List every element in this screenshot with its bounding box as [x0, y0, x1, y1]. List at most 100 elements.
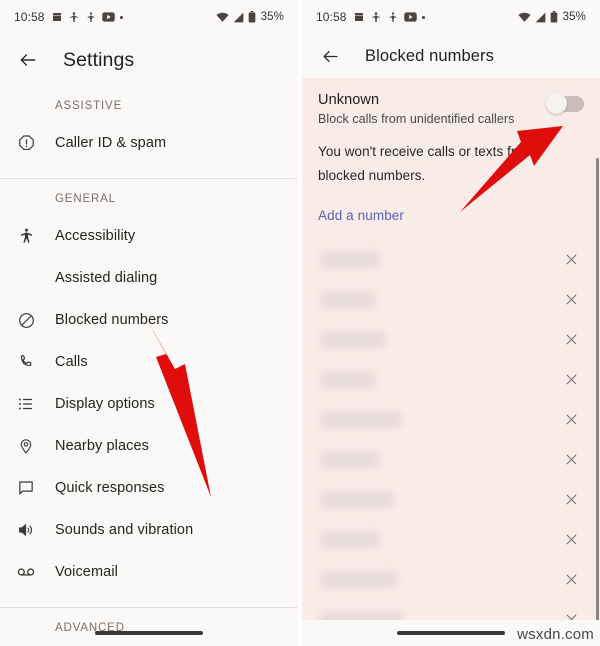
arrow-left-icon[interactable]: [14, 46, 42, 74]
toggle-knob: [546, 93, 567, 114]
settings-app-bar: Settings: [0, 34, 298, 86]
no-icon: [14, 266, 38, 290]
blocked-number-row[interactable]: [302, 439, 600, 479]
dot-icon: [120, 16, 123, 19]
settings-panel: 10:58 35% Settings ASSISTIVE Caller ID &…: [0, 0, 298, 646]
close-x-icon[interactable]: [560, 408, 582, 430]
sidebar-item-display-options[interactable]: Display options: [0, 383, 298, 425]
sidebar-item-label: Display options: [55, 396, 155, 412]
youtube-icon: [404, 12, 417, 22]
status-bar-right: 10:58 35%: [302, 0, 600, 34]
blocked-number-redacted: [320, 411, 402, 428]
close-x-icon[interactable]: [560, 248, 582, 270]
person-icon: [387, 11, 399, 24]
battery-percent: 35%: [563, 11, 586, 23]
sidebar-item-accessibility[interactable]: Accessibility: [0, 215, 298, 257]
blocked-number-row[interactable]: [302, 519, 600, 559]
dot-icon: [422, 16, 425, 19]
sidebar-item-assisted-dialing[interactable]: Assisted dialing: [0, 257, 298, 299]
battery-percent: 35%: [261, 11, 284, 23]
unknown-title: Unknown: [318, 92, 548, 108]
section-label-assistive: ASSISTIVE: [0, 86, 298, 122]
sidebar-item-label: Voicemail: [55, 564, 118, 580]
section-label-general: GENERAL: [0, 179, 298, 215]
chat-bubble-icon: [14, 476, 38, 500]
sidebar-item-label: Blocked numbers: [55, 312, 169, 328]
blocked-number-row[interactable]: [302, 399, 600, 439]
close-x-icon[interactable]: [560, 488, 582, 510]
info-text: You won't receive calls or texts from bl…: [302, 138, 600, 188]
inbox-icon: [353, 11, 365, 23]
status-bar-notification-icons: [353, 11, 425, 24]
status-bar-system-icons: 35%: [216, 11, 284, 23]
sidebar-item-label: Quick responses: [55, 480, 165, 496]
accessibility-icon: [14, 224, 38, 248]
sidebar-item-caller-id-spam[interactable]: Caller ID & spam: [0, 122, 298, 164]
speaker-icon: [14, 518, 38, 542]
person-icon: [68, 11, 80, 24]
sidebar-item-label: Accessibility: [55, 228, 135, 244]
block-icon: [14, 308, 38, 332]
blocked-number-redacted: [320, 251, 380, 268]
add-number-container: Add a number: [302, 188, 600, 225]
status-bar-time: 10:58: [14, 10, 45, 24]
blocked-number-row[interactable]: [302, 319, 600, 359]
close-x-icon[interactable]: [560, 448, 582, 470]
sidebar-item-nearby-places[interactable]: Nearby places: [0, 425, 298, 467]
person-icon: [370, 11, 382, 24]
system-navigation-bar-left: [0, 620, 298, 646]
status-bar-time: 10:58: [316, 10, 347, 24]
list-icon: [14, 392, 38, 416]
blocked-number-row[interactable]: [302, 279, 600, 319]
blocked-number-row[interactable]: [302, 559, 600, 599]
wifi-icon: [518, 12, 531, 23]
close-x-icon[interactable]: [560, 328, 582, 350]
blocked-number-redacted: [320, 331, 386, 348]
status-bar-system-icons: 35%: [518, 11, 586, 23]
signal-icon: [233, 12, 244, 23]
unknown-callers-toggle[interactable]: [548, 96, 584, 112]
blocked-numbers-list: [302, 239, 600, 639]
blocked-number-row[interactable]: [302, 479, 600, 519]
status-bar-left: 10:58 35%: [0, 0, 298, 34]
arrow-left-icon[interactable]: [316, 42, 344, 70]
sidebar-item-sounds-and-vibration[interactable]: Sounds and vibration: [0, 509, 298, 551]
inbox-icon: [51, 11, 63, 23]
home-gesture-pill[interactable]: [397, 631, 505, 635]
person-icon: [85, 11, 97, 24]
blocked-number-redacted: [320, 531, 380, 548]
screenshot-root: 10:58 35% Settings ASSISTIVE Caller ID &…: [0, 0, 600, 646]
sidebar-item-label: Calls: [55, 354, 88, 370]
sidebar-item-calls[interactable]: Calls: [0, 341, 298, 383]
sidebar-item-quick-responses[interactable]: Quick responses: [0, 467, 298, 509]
sidebar-item-label: Nearby places: [55, 438, 149, 454]
exclamation-octagon-icon: [14, 131, 38, 155]
blocked-number-redacted: [320, 291, 375, 308]
blocked-number-redacted: [320, 491, 394, 508]
youtube-icon: [102, 12, 115, 22]
close-x-icon[interactable]: [560, 568, 582, 590]
sidebar-item-blocked-numbers[interactable]: Blocked numbers: [0, 299, 298, 341]
sidebar-item-label: Caller ID & spam: [55, 135, 166, 151]
status-bar-notification-icons: [51, 11, 123, 24]
close-x-icon[interactable]: [560, 368, 582, 390]
vertical-scrollbar[interactable]: [596, 158, 599, 628]
close-x-icon[interactable]: [560, 528, 582, 550]
sidebar-item-voicemail[interactable]: Voicemail: [0, 551, 298, 593]
wifi-icon: [216, 12, 229, 23]
blocked-numbers-app-bar: Blocked numbers: [302, 34, 600, 78]
blocked-number-row[interactable]: [302, 359, 600, 399]
location-pin-icon: [14, 434, 38, 458]
add-a-number-link[interactable]: Add a number: [302, 188, 404, 223]
blocked-number-row[interactable]: [302, 239, 600, 279]
unknown-callers-row[interactable]: Unknown Block calls from unidentified ca…: [302, 78, 600, 138]
close-x-icon[interactable]: [560, 288, 582, 310]
home-gesture-pill[interactable]: [95, 631, 203, 635]
blocked-number-redacted: [320, 371, 375, 388]
phone-icon: [14, 350, 38, 374]
voicemail-icon: [14, 560, 38, 584]
watermark: wsxdn.com: [517, 626, 594, 643]
unknown-subtitle: Block calls from unidentified callers: [318, 112, 548, 126]
page-title: Blocked numbers: [365, 47, 494, 66]
sidebar-item-label: Assisted dialing: [55, 270, 157, 286]
